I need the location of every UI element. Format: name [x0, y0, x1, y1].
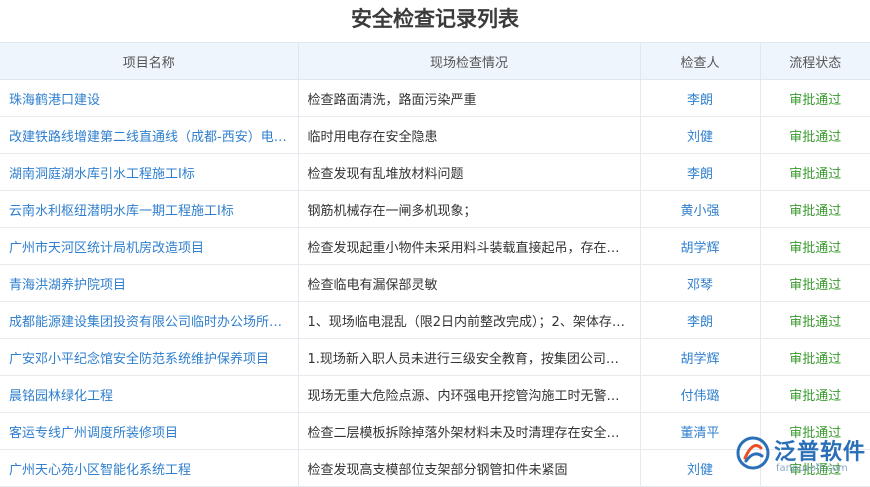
- watermark-url: fanpusoft.com: [776, 463, 848, 474]
- inspection-table: 项目名称 现场检查情况 检查人 流程状态 珠海鹤港口建设 检查路面清洗，路面污染严…: [0, 42, 870, 487]
- table-row[interactable]: 改建铁路线增建第二线直通线（成都-西安）电… 临时用电存在安全隐患 刘健 审批通过: [0, 116, 870, 154]
- table-header-row: 项目名称 现场检查情况 检查人 流程状态: [0, 42, 870, 80]
- inspection-result-cell: 临时用电存在安全隐患: [298, 116, 641, 154]
- inspection-result-cell: 检查路面清洗，路面污染严重: [298, 79, 641, 117]
- project-name-link[interactable]: 客运专线广州调度所装修项目: [0, 412, 299, 450]
- table-row[interactable]: 广安邓小平纪念馆安全防范系统维护保养项目 1.现场新入职人员未进行三级安全教育，按…: [0, 338, 870, 376]
- status-badge: 审批通过: [760, 375, 870, 413]
- table-row[interactable]: 湖南洞庭湖水库引水工程施工I标 检查发现有乱堆放材料问题 李朗 审批通过: [0, 153, 870, 191]
- inspector-cell: 邓琴: [640, 264, 761, 302]
- inspector-cell: 黄小强: [640, 190, 761, 228]
- status-badge: 审批通过: [760, 301, 870, 339]
- inspector-cell: 付伟璐: [640, 375, 761, 413]
- inspection-result-cell: 检查临电有漏保部灵敏: [298, 264, 641, 302]
- status-badge: 审批通过: [760, 190, 870, 228]
- inspection-result-cell: 检查发现起重小物件未采用料斗装载直接起吊，存在…: [298, 227, 641, 265]
- status-badge: 审批通过: [760, 116, 870, 154]
- project-name-link[interactable]: 晨铭园林绿化工程: [0, 375, 299, 413]
- project-name-link[interactable]: 广州天心苑小区智能化系统工程: [0, 449, 299, 487]
- status-badge: 审批通过: [760, 227, 870, 265]
- column-header-project[interactable]: 项目名称: [0, 42, 299, 80]
- table-row[interactable]: 广州市天河区统计局机房改造项目 检查发现起重小物件未采用料斗装载直接起吊，存在… 胡…: [0, 227, 870, 265]
- table-row[interactable]: 青海洪湖养护院项目 检查临电有漏保部灵敏 邓琴 审批通过: [0, 264, 870, 302]
- project-name-link[interactable]: 云南水利枢纽潜明水库一期工程施工I标: [0, 190, 299, 228]
- project-name-link[interactable]: 广州市天河区统计局机房改造项目: [0, 227, 299, 265]
- inspector-cell: 胡学辉: [640, 338, 761, 376]
- project-name-link[interactable]: 改建铁路线增建第二线直通线（成都-西安）电…: [0, 116, 299, 154]
- status-badge: 审批通过: [760, 153, 870, 191]
- project-name-link[interactable]: 成都能源建设集团投资有限公司临时办公场所…: [0, 301, 299, 339]
- column-header-issue[interactable]: 现场检查情况: [298, 42, 641, 80]
- table-row[interactable]: 晨铭园林绿化工程 现场无重大危险点源、内环强电开挖管沟施工时无警… 付伟璐 审批通过: [0, 375, 870, 413]
- project-name-link[interactable]: 珠海鹤港口建设: [0, 79, 299, 117]
- table-row[interactable]: 云南水利枢纽潜明水库一期工程施工I标 钢筋机械存在一闸多机现象； 黄小强 审批通过: [0, 190, 870, 228]
- inspection-result-cell: 检查二层模板拆除掉落外架材料未及时清理存在安全…: [298, 412, 641, 450]
- inspection-result-cell: 检查发现有乱堆放材料问题: [298, 153, 641, 191]
- page-title: 安全检查记录列表: [351, 7, 519, 31]
- fanpu-logo-icon: [736, 436, 770, 470]
- inspector-cell: 李朗: [640, 153, 761, 191]
- inspector-cell: 胡学辉: [640, 227, 761, 265]
- inspection-result-cell: 检查发现高支模部位支架部分钢管扣件未紧固: [298, 449, 641, 487]
- watermark: 泛普软件 fanpusoft.com: [728, 430, 870, 480]
- column-header-status[interactable]: 流程状态: [760, 42, 870, 80]
- inspector-cell: 刘健: [640, 116, 761, 154]
- table-row[interactable]: 成都能源建设集团投资有限公司临时办公场所… 1、现场临电混乱（限2日内前整改完成）…: [0, 301, 870, 339]
- inspection-result-cell: 现场无重大危险点源、内环强电开挖管沟施工时无警…: [298, 375, 641, 413]
- inspector-cell: 李朗: [640, 301, 761, 339]
- project-name-link[interactable]: 青海洪湖养护院项目: [0, 264, 299, 302]
- inspection-result-cell: 1、现场临电混乱（限2日内前整改完成）；2、架体存…: [298, 301, 641, 339]
- inspection-result-cell: 1.现场新入职人员未进行三级安全教育，按集团公司…: [298, 338, 641, 376]
- inspector-cell: 李朗: [640, 79, 761, 117]
- project-name-link[interactable]: 广安邓小平纪念馆安全防范系统维护保养项目: [0, 338, 299, 376]
- status-badge: 审批通过: [760, 338, 870, 376]
- project-name-link[interactable]: 湖南洞庭湖水库引水工程施工I标: [0, 153, 299, 191]
- inspection-result-cell: 钢筋机械存在一闸多机现象；: [298, 190, 641, 228]
- watermark-brand: 泛普软件: [774, 440, 867, 465]
- table-row[interactable]: 珠海鹤港口建设 检查路面清洗，路面污染严重 李朗 审批通过: [0, 79, 870, 117]
- column-header-inspector[interactable]: 检查人: [640, 42, 761, 80]
- status-badge: 审批通过: [760, 264, 870, 302]
- status-badge: 审批通过: [760, 79, 870, 117]
